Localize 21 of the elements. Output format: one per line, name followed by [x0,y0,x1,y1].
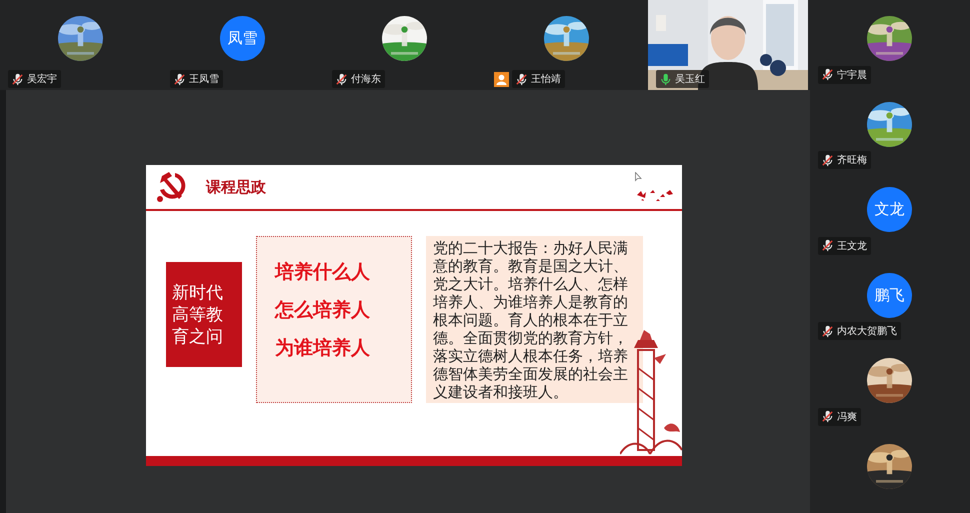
question-text: 为谁培养人 [275,336,371,361]
participant-tag: 吴宏宇 [8,70,61,88]
participant-tag: 冯爽 [818,408,861,426]
participant-tag: 付海东 [332,70,385,88]
participant-tag: 内农大贺鹏飞 [818,322,901,340]
pointer-icon [635,172,642,182]
participant-tag: 吴玉红 [656,70,709,88]
avatar-initials: 凤雪 [220,16,265,61]
participant-tag: 王凤雪 [170,70,223,88]
participant-tag: 王文龙 [818,236,871,254]
topic-label: 新时代高等教育之问 [166,262,242,367]
report-paragraph: 党的二十大报告：办好人民满意的教育。教育是国之大计、党之大计。培养什么人、怎样培养人、为谁培养人是教育的根本问题。育人的根本在于立德。全面贯彻党的教育方针，落实立德树人根本任务，培养德智体美劳全面发展的社会主义建设者和接班人。 [426,236,643,403]
avatar-initials: 鹏飞 [867,272,912,318]
birds-drawing [636,187,676,203]
participant-tag: 宁宇晨 [818,66,871,84]
question-text: 怎么培养人 [275,298,371,323]
participant-tag: 王怡靖 [512,70,565,88]
slide-title: 课程思政 [206,178,266,196]
participant-tag: 齐旺梅 [818,151,871,169]
question-text: 培养什么人 [275,260,371,285]
avatar-initials: 文龙 [867,187,912,232]
